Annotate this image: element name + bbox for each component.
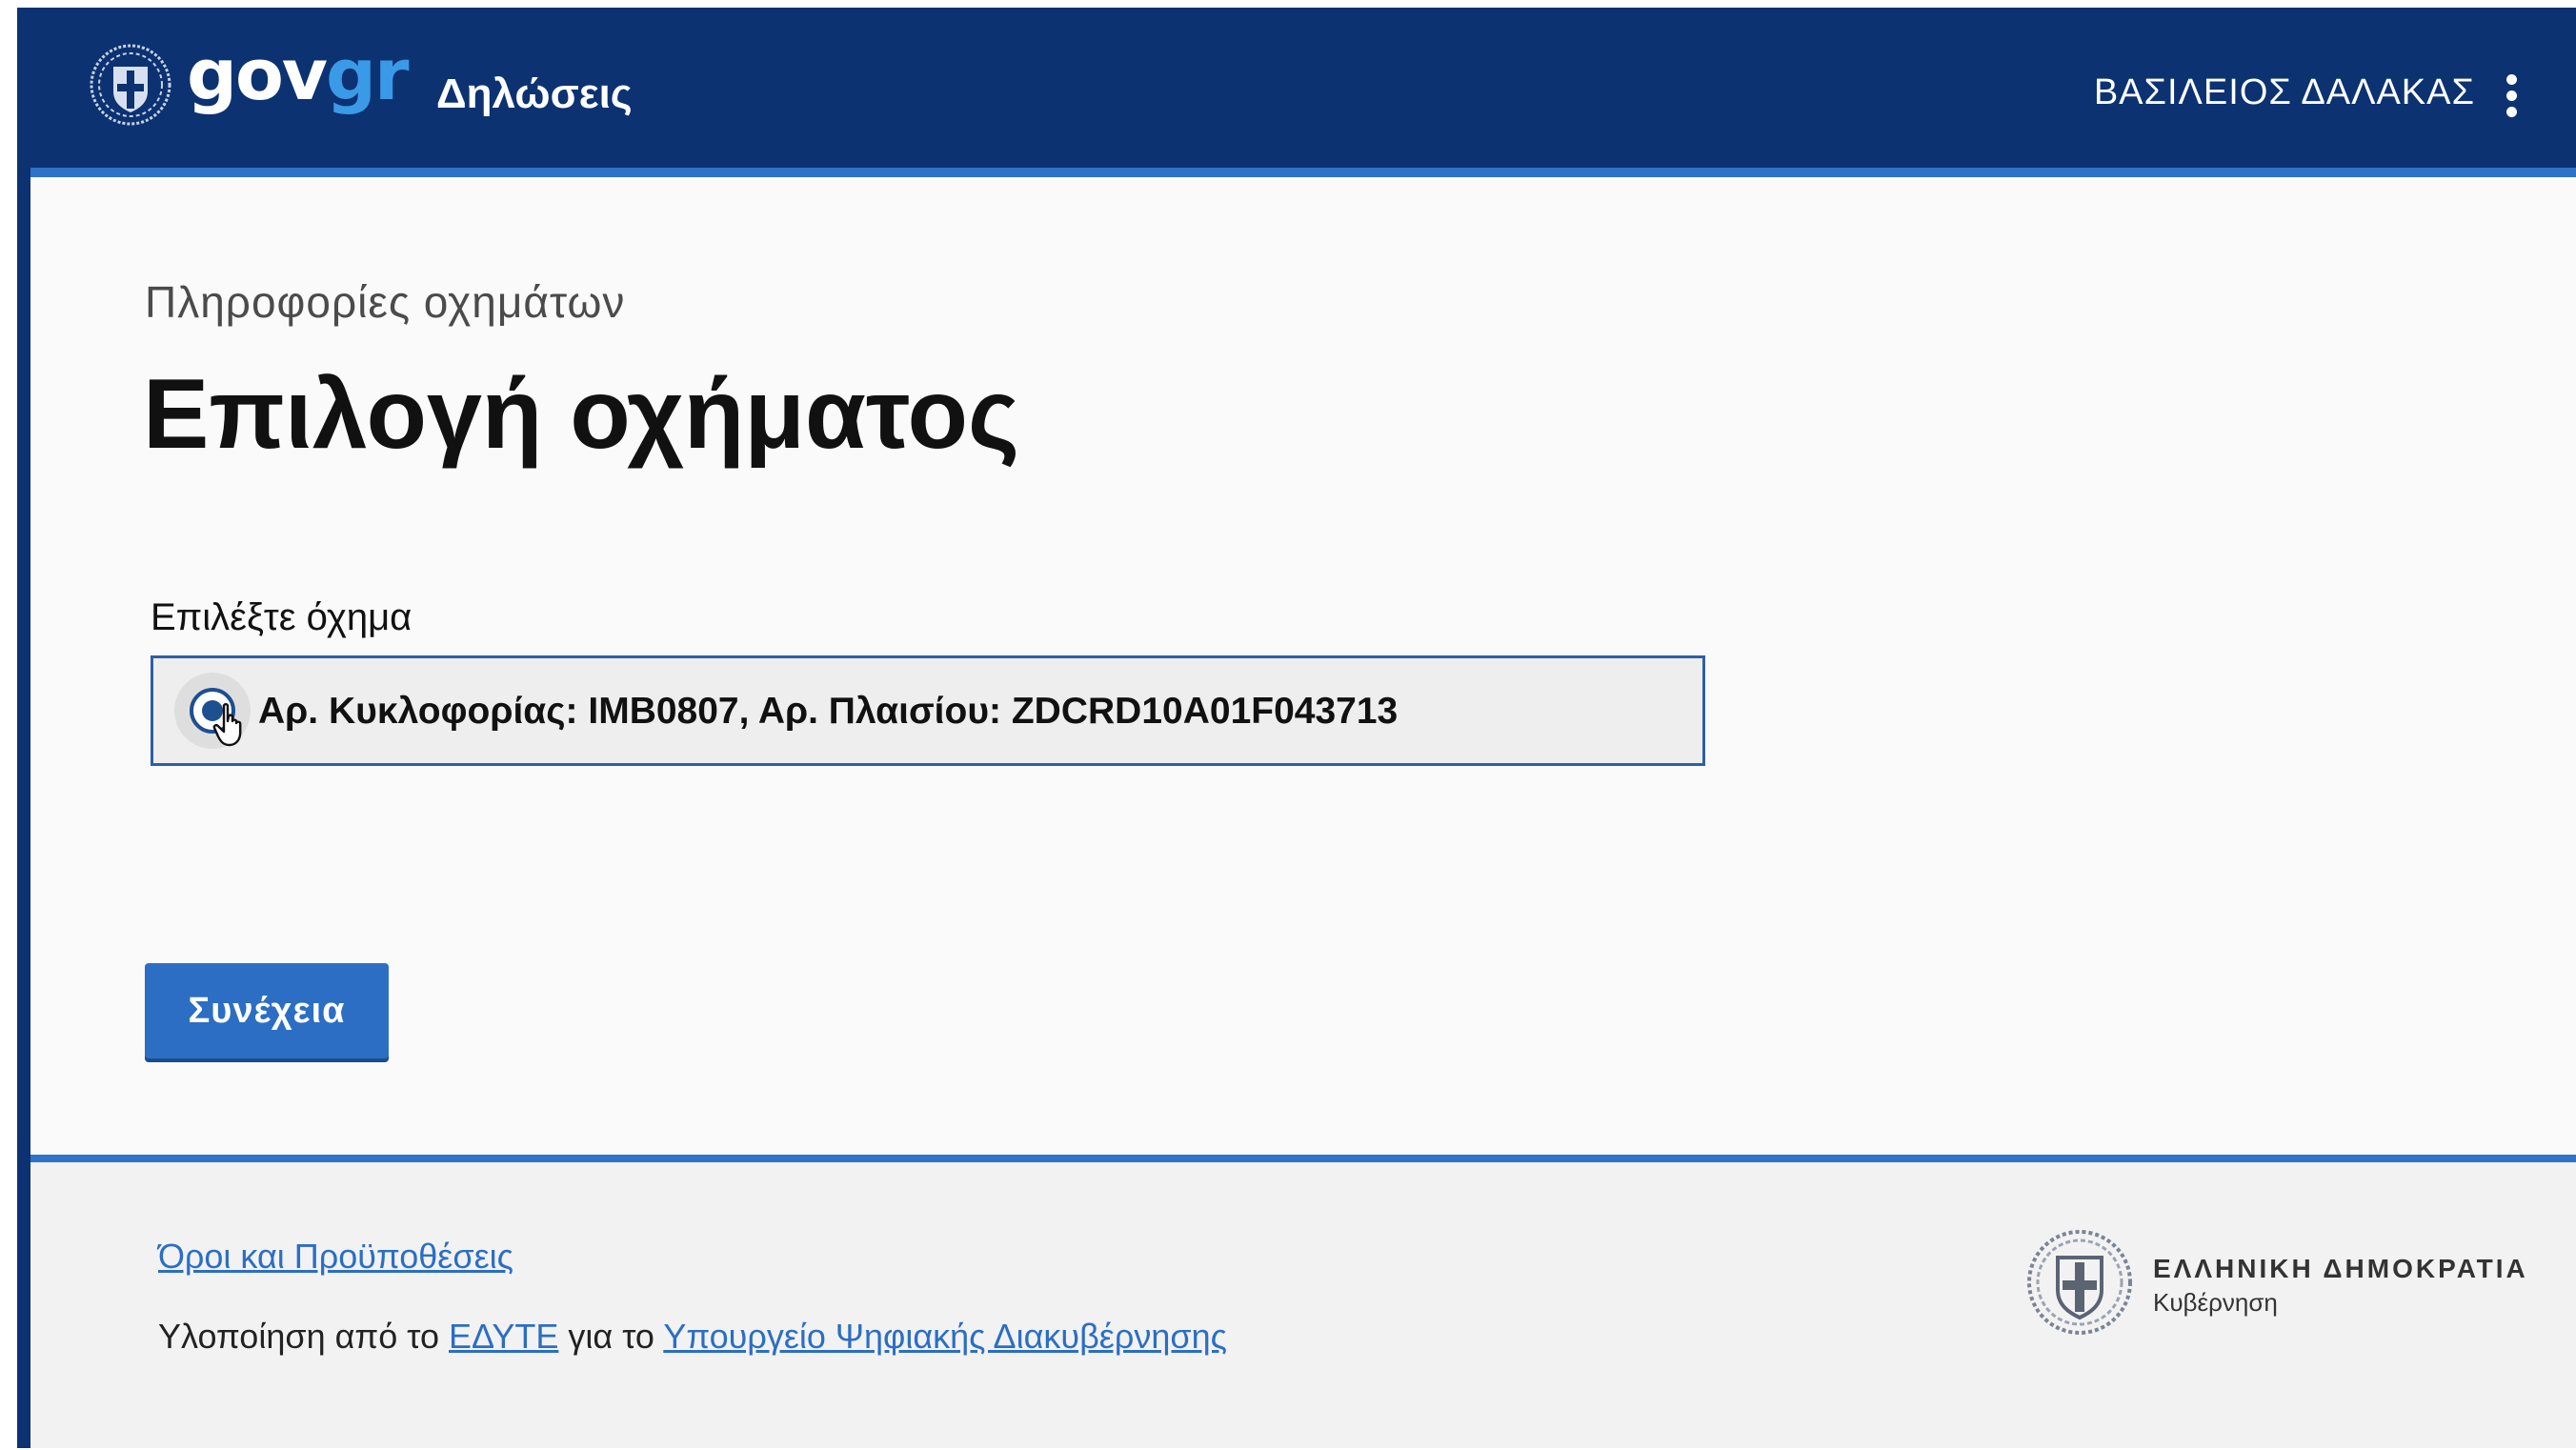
app-title[interactable]: Δηλώσεις <box>436 70 633 118</box>
main-content: Πληροφορίες οχημάτων Επιλογή οχήματος Επ… <box>30 177 2576 1155</box>
terms-link[interactable]: Όροι και Προϋποθέσεις <box>158 1237 513 1277</box>
vehicle-option-label[interactable]: Αρ. Κυκλοφορίας: ΙΜΒ0807, Αρ. Πλαισίου: … <box>258 691 1398 733</box>
kebab-dot <box>2506 74 2517 85</box>
user-name[interactable]: ΒΑΣΙΛΕΙΟΣ ΔΑΛΑΚΑΣ <box>2094 72 2475 113</box>
vehicle-field-label: Επιλέξτε όχημα <box>151 596 413 638</box>
hand-pointer-cursor-icon <box>212 703 242 747</box>
impl-middle: για το <box>558 1317 664 1356</box>
implementation-line: Υλοποίηση από το ΕΔΥΤΕ για το Υπουργείο … <box>158 1317 1227 1357</box>
logo-gov: gov <box>187 34 328 116</box>
gov-subtitle: Κυβέρνηση <box>2153 1288 2278 1317</box>
footer: Όροι και Προϋποθέσεις Υλοποίηση από το Ε… <box>30 1162 2576 1448</box>
vehicle-option[interactable]: Αρ. Κυκλοφορίας: ΙΜΒ0807, Αρ. Πλαισίου: … <box>151 655 1705 766</box>
more-vertical-icon[interactable] <box>2500 74 2523 118</box>
kebab-dot <box>2506 107 2517 117</box>
ministry-link[interactable]: Υπουργείο Ψηφιακής Διακυβέρνησης <box>663 1317 1227 1356</box>
screen: govgr Δηλώσεις ΒΑΣΙΛΕΙΟΣ ΔΑΛΑΚΑΣ Πληροφο… <box>0 0 2576 1450</box>
page-title: Επιλογή οχήματος <box>143 359 1020 470</box>
govgr-logo[interactable]: govgr <box>187 40 410 111</box>
browser-viewport: govgr Δηλώσεις ΒΑΣΙΛΕΙΟΣ ΔΑΛΑΚΑΣ Πληροφο… <box>17 8 2576 1448</box>
greek-coat-of-arms-icon <box>2027 1230 2132 1335</box>
top-header: govgr Δηλώσεις ΒΑΣΙΛΕΙΟΣ ΔΑΛΑΚΑΣ <box>17 8 2576 168</box>
page-caption: Πληροφορίες οχημάτων <box>145 277 626 327</box>
footer-accent-stripe <box>30 1155 2576 1162</box>
header-accent-stripe <box>30 168 2576 177</box>
impl-prefix: Υλοποίηση από το <box>158 1317 449 1356</box>
coat-of-arms-icon[interactable] <box>90 44 171 126</box>
logo-gr: gr <box>326 34 409 116</box>
continue-button[interactable]: Συνέχεια <box>145 963 389 1058</box>
edyte-link[interactable]: ΕΔΥΤΕ <box>449 1317 558 1356</box>
gov-name: ΕΛΛΗΝΙΚΗ ΔΗΜΟΚΡΑΤΙΑ <box>2153 1254 2528 1283</box>
kebab-dot <box>2506 91 2517 101</box>
